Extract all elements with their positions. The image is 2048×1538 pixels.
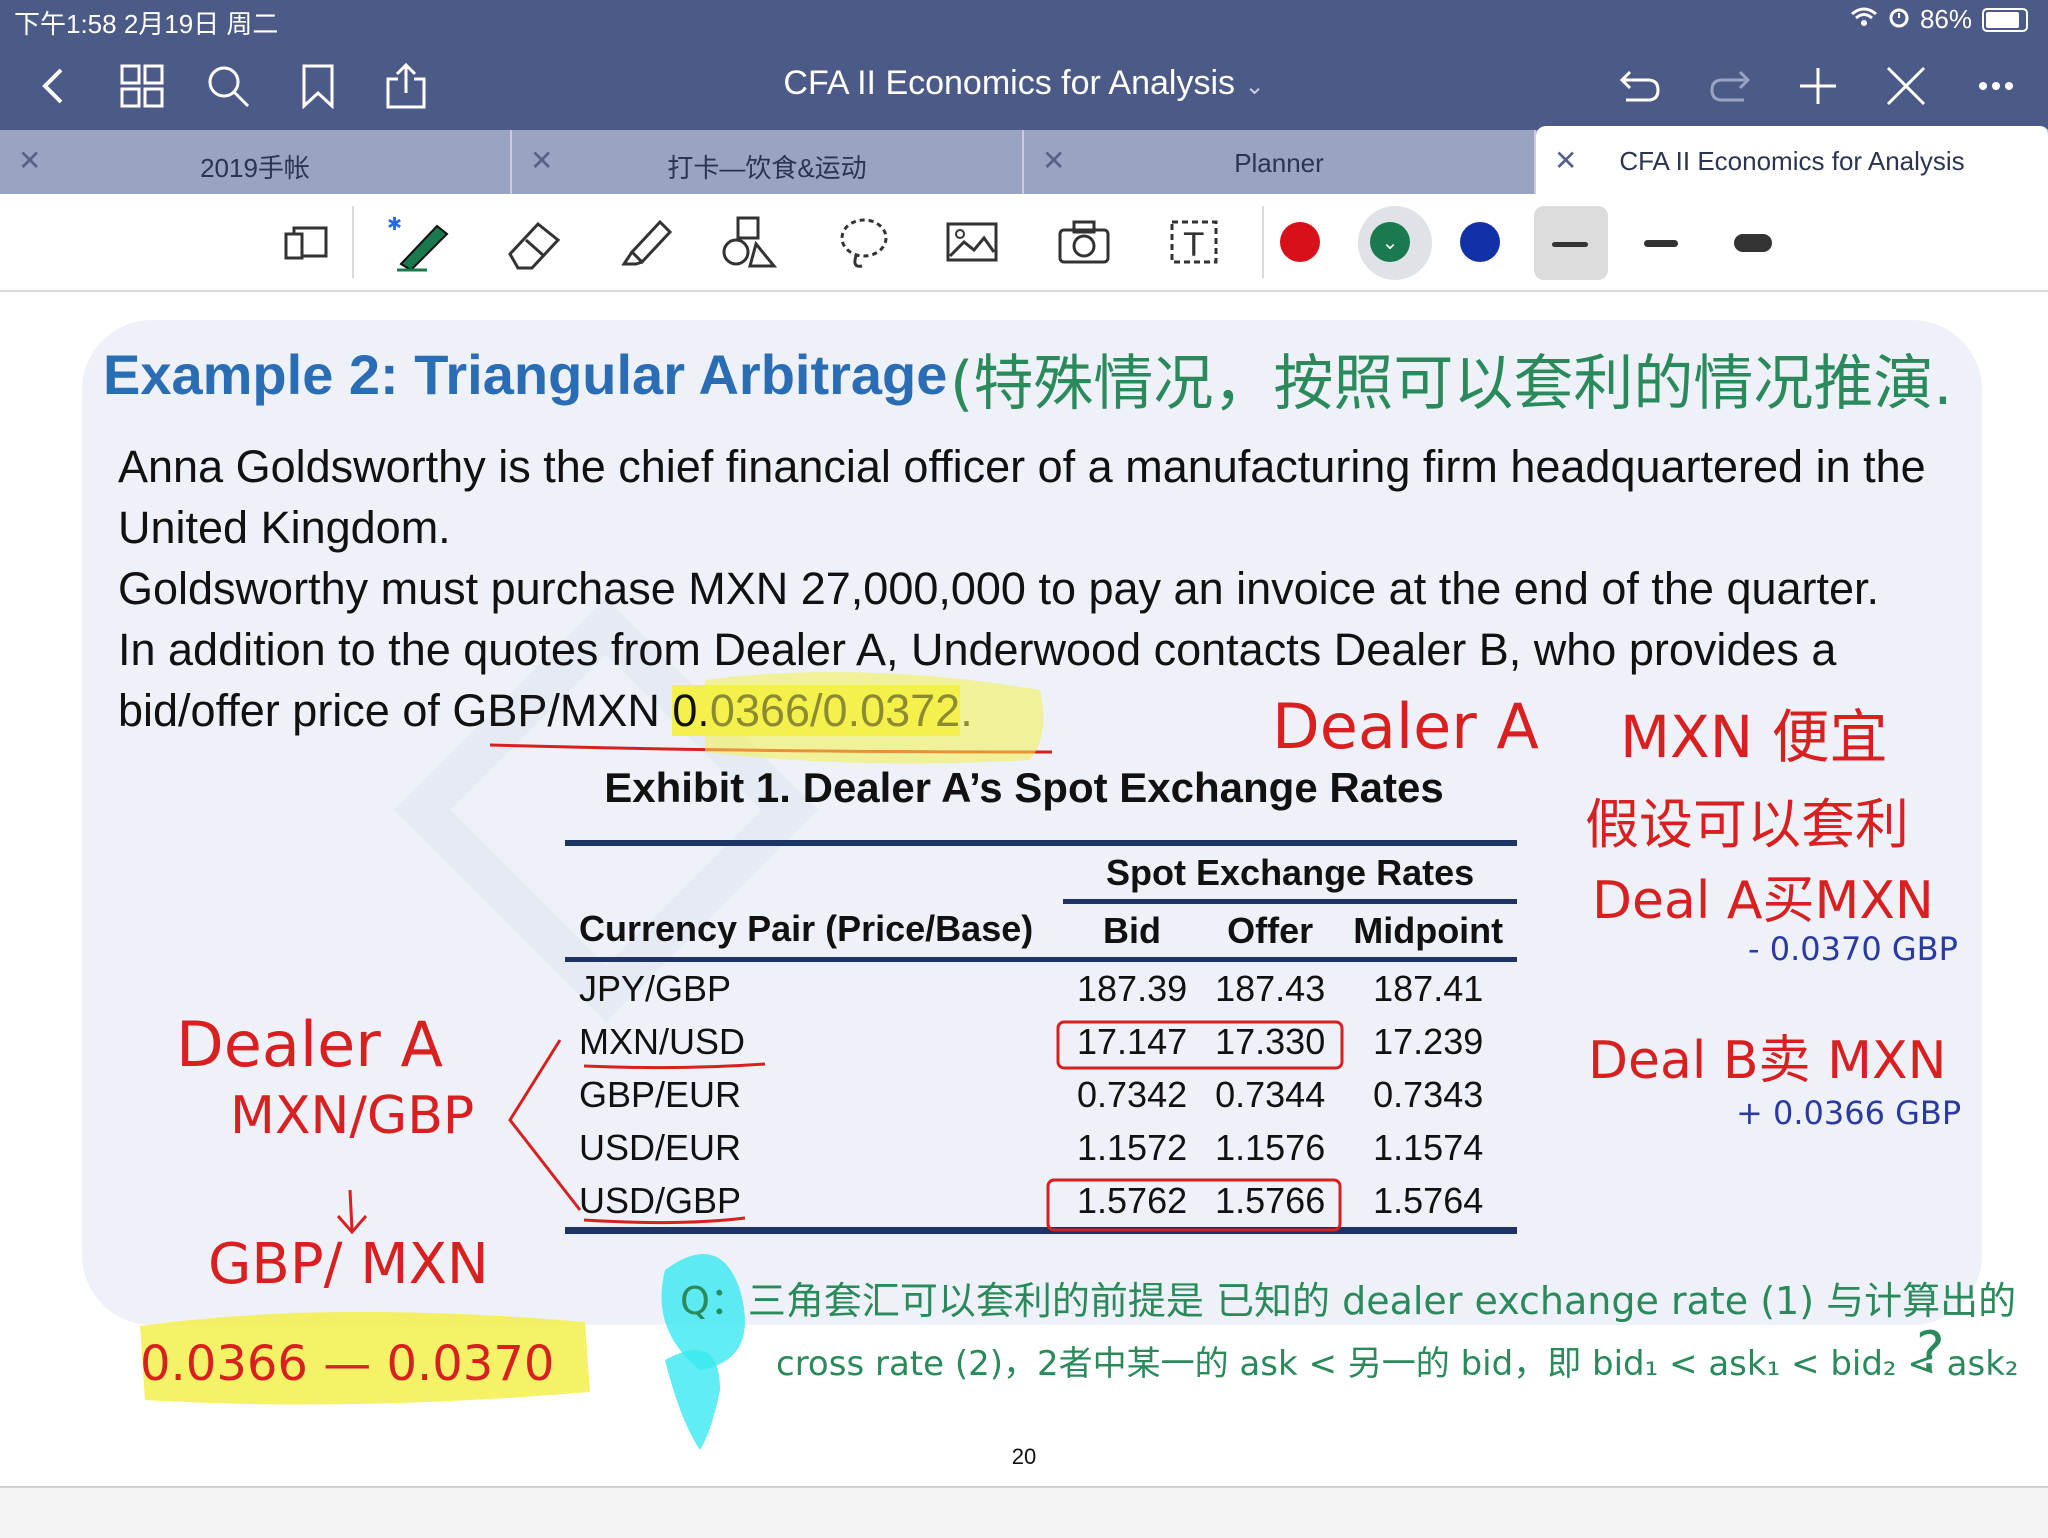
bid-cell: 17.147 xyxy=(1077,1020,1188,1062)
pair-cell: GBP/EUR xyxy=(579,1073,742,1115)
table-row: USD/EUR 1.1572 1.1576 1.1574 xyxy=(565,1121,1517,1174)
pen-toolbar: ✱ T xyxy=(0,194,2048,292)
note-assume-arbitrage: 假设可以套利 xyxy=(1585,793,1909,856)
note-left-range: 0.0366 — 0.0370 xyxy=(140,1336,555,1392)
battery-icon xyxy=(1982,7,2028,32)
undo-icon[interactable] xyxy=(1612,58,1668,114)
column-header: Midpoint xyxy=(1353,909,1504,951)
pair-cell: MXN/USD xyxy=(579,1020,746,1062)
column-header: Bid xyxy=(1103,909,1162,951)
svg-text:T: T xyxy=(1183,226,1204,264)
status-bar: 下午1:58 2月19日 周二 86% xyxy=(0,0,2048,40)
battery-percent: 86% xyxy=(1919,4,1972,34)
pen-icon[interactable]: ✱ xyxy=(384,212,460,272)
stroke-thin[interactable] xyxy=(1552,242,1588,247)
pair-cell: USD/EUR xyxy=(579,1126,742,1168)
text-icon[interactable]: T xyxy=(1162,212,1226,272)
paragraph: Anna Goldsworthy is the chief financial … xyxy=(118,441,1926,553)
bid-cell: 1.5762 xyxy=(1077,1179,1188,1221)
add-icon[interactable] xyxy=(1790,58,1846,114)
slide-title: Example 2: Triangular Arbitrage xyxy=(103,343,948,406)
note-left-dealer-a: Dealer A xyxy=(176,1008,443,1081)
navigation-bar: CFA II Economics for Analysis ⌄ xyxy=(0,40,2048,130)
bid-cell: 1.1572 xyxy=(1077,1126,1188,1168)
wifi-icon xyxy=(1850,4,1878,35)
offer-cell: 17.330 xyxy=(1215,1020,1326,1062)
stroke-thick[interactable] xyxy=(1734,234,1772,252)
highlighted-quote: 0.0366/0.0372 xyxy=(672,685,961,736)
table-row: GBP/EUR 0.7342 0.7344 0.7343 xyxy=(565,1068,1517,1121)
color-blue-swatch[interactable] xyxy=(1460,222,1500,262)
eraser-icon[interactable] xyxy=(502,212,566,272)
chevron-down-icon: ⌄ xyxy=(1381,231,1399,254)
note-dealer-a: Dealer A xyxy=(1272,690,1539,763)
paragraph: Goldsworthy must purchase MXN 27,000,000… xyxy=(118,563,1880,614)
stroke-medium[interactable] xyxy=(1644,240,1678,247)
offer-cell: 1.5766 xyxy=(1215,1179,1326,1221)
reading-mode-icon[interactable] xyxy=(276,212,336,272)
note-deal-a-buy: Deal A买MXN xyxy=(1592,871,1934,931)
tab-bar: ✕ 2019手帐 ✕ 打卡—饮食&运动 ✕ Planner ✕ CFA II E… xyxy=(0,126,2048,194)
note-mxn-cheap: MXN 便宜 xyxy=(1620,703,1888,771)
offer-cell: 1.1576 xyxy=(1215,1126,1326,1168)
pair-cell: JPY/GBP xyxy=(579,967,732,1009)
tab-cfa-economics[interactable]: ✕ CFA II Economics for Analysis xyxy=(1536,126,2048,194)
midpoint-cell: 1.1574 xyxy=(1373,1126,1484,1168)
table-group-header: Spot Exchange Rates xyxy=(1063,843,1518,904)
table-header-row: Currency Pair (Price/Base) Bid Offer Mid… xyxy=(565,902,1518,960)
note-left-inverse: GBP/ MXN xyxy=(208,1232,489,1297)
note-deal-b-sell: Deal B卖 MXN xyxy=(1588,1031,1947,1091)
tab-checkin[interactable]: ✕ 打卡—饮食&运动 xyxy=(512,130,1024,194)
toolbar-divider xyxy=(352,206,354,278)
color-red-swatch[interactable] xyxy=(1280,222,1320,262)
column-header: Offer xyxy=(1227,909,1314,951)
camera-icon[interactable] xyxy=(1052,212,1116,272)
bid-cell: 187.39 xyxy=(1077,967,1188,1009)
toolbar-divider xyxy=(1262,206,1264,278)
bid-cell: 0.7342 xyxy=(1077,1073,1188,1115)
svg-text:✱: ✱ xyxy=(387,214,402,234)
table-row: JPY/GBP 187.39 187.43 187.41 xyxy=(565,960,1517,1016)
status-time-date: 下午1:58 2月19日 周二 xyxy=(14,9,279,39)
note-left-pair: MXN/GBP xyxy=(230,1086,475,1146)
exchange-rate-table: Spot Exchange Rates Currency Pair (Price… xyxy=(565,840,1518,1234)
shapes-icon[interactable] xyxy=(718,212,782,272)
more-icon[interactable] xyxy=(1968,58,2024,114)
chevron-down-icon[interactable]: ⌄ xyxy=(1244,73,1264,100)
note-deal-a-amount: - 0.0370 GBP xyxy=(1748,930,1958,968)
alarm-icon xyxy=(1888,4,1910,35)
note-question-line2: cross rate (2)，2者中某一的 ask < 另一的 bid，即 bi… xyxy=(776,1344,2019,1384)
tab-planner[interactable]: ✕ Planner xyxy=(1024,130,1536,194)
column-header: Currency Pair (Price/Base) xyxy=(579,908,1034,950)
offer-cell: 0.7344 xyxy=(1215,1073,1326,1115)
page-number: 20 xyxy=(1011,1444,1037,1469)
color-green-swatch[interactable]: ⌄ xyxy=(1370,222,1410,262)
note-deal-b-amount: + 0.0366 GBP xyxy=(1736,1094,1962,1132)
offer-cell: 187.43 xyxy=(1215,967,1326,1009)
status-right: 86% xyxy=(1850,4,2028,35)
table-row: MXN/USD 17.147 17.330 17.239 xyxy=(565,1015,1517,1068)
highlighter-icon[interactable] xyxy=(612,212,676,272)
next-page-preview[interactable] xyxy=(0,1486,2048,1538)
redo-icon[interactable] xyxy=(1702,58,1758,114)
note-question-line1: Q：三角套汇可以套利的前提是 已知的 dealer exchange rate … xyxy=(680,1279,2017,1323)
note-title-annotation: (特殊情况，按照可以套利的情况推演. xyxy=(950,349,1953,419)
pair-cell: USD/GBP xyxy=(579,1179,742,1221)
tab-2019-planner[interactable]: ✕ 2019手帐 xyxy=(0,130,512,194)
close-pen-icon[interactable] xyxy=(1878,58,1934,114)
lasso-icon[interactable] xyxy=(832,212,896,272)
midpoint-cell: 17.239 xyxy=(1373,1020,1484,1062)
midpoint-cell: 1.5764 xyxy=(1373,1179,1484,1221)
image-icon[interactable] xyxy=(940,212,1004,272)
note-question-mark: ? xyxy=(1916,1320,1945,1383)
midpoint-cell: 0.7343 xyxy=(1373,1073,1484,1115)
midpoint-cell: 187.41 xyxy=(1373,967,1484,1009)
table-row: USD/GBP 1.5762 1.5766 1.5764 xyxy=(565,1174,1518,1231)
